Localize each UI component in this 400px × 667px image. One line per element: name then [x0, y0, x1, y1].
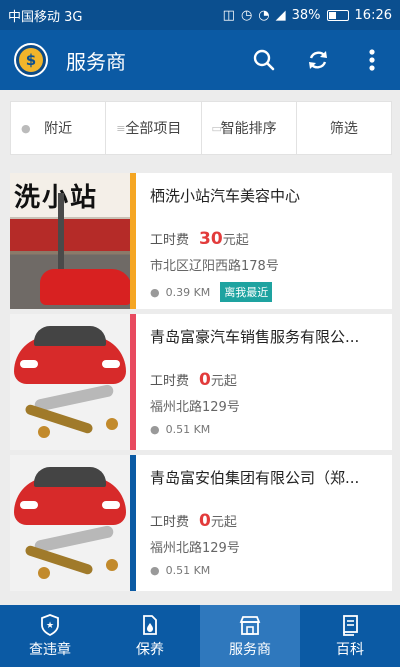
refresh-button[interactable]: [304, 46, 332, 74]
location-pin-icon: ●: [150, 564, 160, 577]
filter-label: 附近: [44, 121, 73, 137]
provider-photo: 洗小站: [10, 173, 130, 309]
dollar-coin-icon: $: [14, 43, 48, 77]
location-pin-icon: ●: [150, 423, 160, 436]
nav-maintenance[interactable]: 保养: [100, 605, 200, 667]
provider-card[interactable]: 青岛富安伯集团有限公司（郑... 工时费 0 元起 福州北路129号 ● 0.5…: [10, 455, 392, 591]
price-unit: 元起: [210, 374, 237, 389]
provider-name: 栖洗小站汽车美容中心: [150, 187, 301, 205]
svg-text:★: ★: [46, 621, 54, 631]
price-label: 工时费: [150, 233, 190, 248]
price-value: 30: [199, 229, 223, 249]
shop-sign-text: 洗小站: [10, 173, 130, 217]
store-icon: [239, 614, 261, 636]
nav-label: 保养: [136, 641, 164, 658]
filter-label: 筛选: [329, 121, 358, 137]
provider-address: 福州北路129号: [150, 541, 240, 556]
price-label: 工时费: [150, 374, 190, 389]
provider-list: 洗小站 栖洗小站汽车美容中心 工时费 30 元起 市北区辽阳西路178号 ● 0…: [10, 173, 392, 596]
price-value: 0: [199, 370, 211, 390]
nearest-badge: 离我最近: [220, 282, 273, 302]
price-label: 工时费: [150, 515, 190, 530]
provider-distance: 0.39 KM: [165, 285, 211, 299]
filter-label: 全部项目: [125, 121, 182, 137]
oil-drop-icon: [139, 614, 161, 636]
alarm-icon: ◷: [240, 7, 253, 23]
image-icon: ▭: [211, 121, 222, 135]
location-pin-icon: ●: [21, 121, 31, 135]
nav-encyclopedia[interactable]: 百科: [300, 605, 400, 667]
filter-nearby[interactable]: ● 附近: [11, 102, 107, 154]
vibrate-icon: ◫: [222, 7, 235, 23]
nav-label: 百科: [336, 641, 364, 658]
nav-violations[interactable]: ★ 查违章: [0, 605, 100, 667]
provider-distance: 0.51 KM: [165, 423, 211, 436]
location-pin-icon: ●: [150, 285, 160, 299]
battery-percent: 38%: [291, 7, 321, 23]
provider-address: 市北区辽阳西路178号: [150, 259, 279, 274]
filter-smart-sort[interactable]: ▭ 智能排序: [202, 102, 297, 154]
book-icon: [339, 614, 361, 636]
price-value: 0: [199, 511, 211, 531]
provider-photo: [10, 455, 130, 591]
provider-distance: 0.51 KM: [165, 564, 211, 577]
provider-card[interactable]: 洗小站 栖洗小站汽车美容中心 工时费 30 元起 市北区辽阳西路178号 ● 0…: [10, 173, 392, 309]
page-title: 服务商: [66, 49, 126, 74]
price-unit: 元起: [210, 515, 237, 530]
filter-label: 智能排序: [220, 121, 277, 137]
bottom-nav: ★ 查违章 保养 服务商 百科: [0, 605, 400, 667]
more-button[interactable]: [358, 46, 386, 74]
battery-icon: [326, 9, 349, 21]
provider-address: 福州北路129号: [150, 400, 240, 415]
wifi-icon: ◔: [258, 7, 270, 23]
provider-name: 青岛富安伯集团有限公司（郑...: [150, 469, 360, 487]
refresh-icon: [309, 51, 327, 69]
clock: 16:26: [354, 7, 392, 23]
more-vert-icon: [369, 49, 375, 71]
signal-icon: ◢: [275, 7, 286, 23]
app-bar: $ 服务商: [0, 30, 400, 90]
provider-photo: [10, 314, 130, 450]
shield-star-icon: ★: [39, 613, 61, 636]
status-bar: 中国移动 3G ◫ ◷ ◔ ◢ 38% 16:26: [0, 0, 400, 30]
list-icon: ≡: [116, 121, 126, 135]
filter-screen[interactable]: 筛选: [297, 102, 391, 154]
filter-all-items[interactable]: ≡ 全部项目: [106, 102, 202, 154]
search-icon: [253, 49, 275, 71]
nav-service-providers[interactable]: 服务商: [200, 605, 300, 667]
filter-bar: ● 附近 ≡ 全部项目 ▭ 智能排序 筛选: [10, 101, 392, 155]
nav-label: 查违章: [29, 641, 71, 658]
carrier-label: 中国移动 3G: [8, 9, 83, 25]
provider-card[interactable]: 青岛富豪汽车销售服务有限公... 工时费 0 元起 福州北路129号 ● 0.5…: [10, 314, 392, 450]
search-button[interactable]: [250, 46, 278, 74]
nav-label: 服务商: [229, 641, 271, 658]
price-unit: 元起: [222, 233, 249, 248]
provider-name: 青岛富豪汽车销售服务有限公...: [150, 328, 360, 346]
